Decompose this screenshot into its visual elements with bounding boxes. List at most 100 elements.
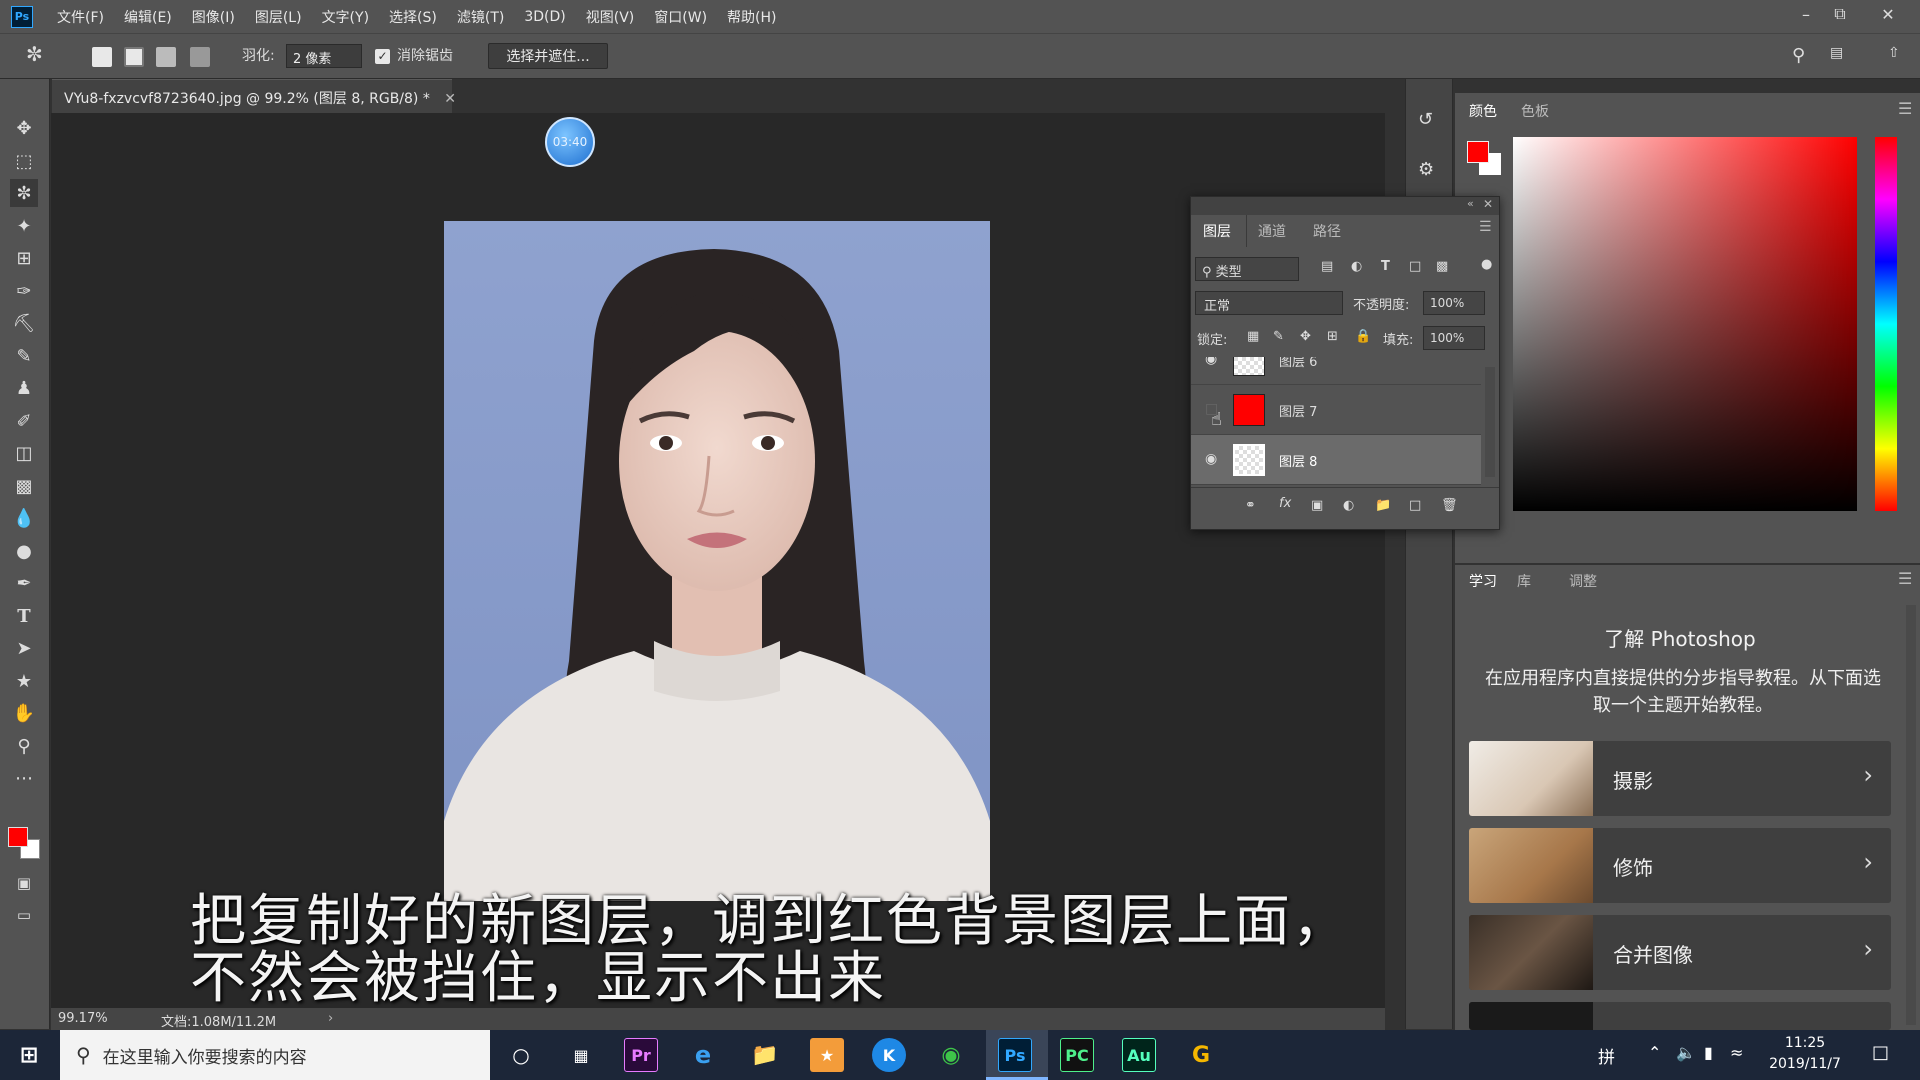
edge-icon[interactable]: e [686, 1038, 720, 1072]
photoshop-icon[interactable]: Ps [998, 1038, 1032, 1072]
store-icon[interactable]: ★ [810, 1038, 844, 1072]
layers-scrollbar[interactable] [1485, 367, 1495, 477]
intersect-selection-icon[interactable] [190, 47, 210, 67]
menu-image[interactable]: 图像(I) [192, 7, 235, 27]
menu-select[interactable]: 选择(S) [389, 7, 437, 27]
fx-icon[interactable]: fx [1279, 496, 1291, 511]
tutorial-card-composite[interactable]: 合并图像 › [1469, 915, 1891, 990]
notification-icon[interactable]: □ [1872, 1042, 1889, 1063]
select-and-mask-button[interactable]: 选择并遮住... [488, 43, 608, 69]
panel-menu-icon[interactable]: ☰ [1898, 99, 1912, 118]
shape-tool-icon[interactable]: ★ [10, 667, 38, 695]
type-tool-icon[interactable]: T [10, 602, 38, 630]
clock-date[interactable]: 2019/11/7 [1760, 1056, 1850, 1072]
history-panel-icon[interactable]: ↺ [1418, 109, 1433, 130]
adjustment-layer-icon[interactable]: ◐ [1343, 498, 1354, 513]
menu-3d[interactable]: 3D(D) [524, 9, 565, 25]
cortana-icon[interactable]: ○ [504, 1038, 538, 1072]
eraser-tool-icon[interactable]: ◫ [10, 439, 38, 467]
more-tools-icon[interactable]: ⋯ [10, 764, 38, 792]
wechat-icon[interactable]: ◉ [934, 1038, 968, 1072]
learn-scrollbar[interactable] [1906, 605, 1916, 1025]
k-app-icon[interactable]: K [872, 1038, 906, 1072]
tab-paths[interactable]: 路径 [1313, 221, 1341, 241]
lock-paint-icon[interactable]: ✎ [1273, 329, 1284, 344]
document-tab[interactable]: VYu8-fxzvcvf8723640.jpg @ 99.2% (图层 8, R… [52, 79, 456, 113]
properties-panel-icon[interactable]: ⚙ [1418, 159, 1434, 180]
zoom-tool-icon[interactable]: ⚲ [10, 732, 38, 760]
blend-mode-select[interactable]: 正常 [1195, 291, 1343, 315]
tutorial-card-photography[interactable]: 摄影 › [1469, 741, 1891, 816]
screen-mode-icon[interactable]: ▭ [10, 901, 38, 929]
status-arrow-icon[interactable]: › [328, 1011, 333, 1026]
network-icon[interactable]: ≈ [1730, 1043, 1743, 1062]
menu-window[interactable]: 窗口(W) [654, 7, 707, 27]
add-to-selection-icon[interactable] [124, 47, 144, 67]
tray-chevron-up-icon[interactable]: ⌃ [1648, 1043, 1661, 1062]
tab-swatches[interactable]: 色板 [1521, 101, 1549, 121]
history-brush-tool-icon[interactable]: ✐ [10, 407, 38, 435]
opacity-input[interactable]: 100% [1423, 291, 1485, 315]
close-tab-icon[interactable]: ✕ [444, 91, 456, 107]
workspace-icon[interactable]: ▤ [1830, 45, 1843, 61]
path-selection-tool-icon[interactable]: ➤ [10, 634, 38, 662]
learn-panel-menu-icon[interactable]: ☰ [1898, 569, 1912, 588]
lock-artboard-icon[interactable]: ⊞ [1327, 329, 1338, 344]
move-tool-icon[interactable]: ✥ [10, 114, 38, 142]
new-layer-icon[interactable]: □ [1409, 498, 1421, 513]
marquee-tool-icon[interactable]: ⬚ [10, 147, 38, 175]
fill-input[interactable]: 100% [1423, 326, 1485, 350]
layer-row[interactable]: □ 图层 7 ☝ [1191, 385, 1481, 435]
lock-all-icon[interactable]: 🔒 [1355, 329, 1371, 344]
quick-mask-icon[interactable]: ▣ [10, 869, 38, 897]
color-foreground-swatch[interactable] [1467, 141, 1489, 163]
menu-view[interactable]: 视图(V) [586, 7, 635, 27]
crop-tool-icon[interactable]: ⊞ [10, 244, 38, 272]
portrait-photo[interactable] [444, 221, 990, 901]
filter-pixel-icon[interactable]: ▤ [1321, 259, 1333, 274]
search-icon[interactable]: ⚲ [1792, 45, 1805, 66]
share-icon[interactable]: ⇧ [1888, 45, 1900, 61]
tab-color[interactable]: 颜色 [1469, 101, 1497, 121]
blur-tool-icon[interactable]: 💧 [10, 504, 38, 532]
clock-time[interactable]: 11:25 [1760, 1035, 1850, 1051]
menu-file[interactable]: 文件(F) [57, 7, 104, 27]
hue-slider[interactable] [1875, 137, 1897, 511]
close-button[interactable]: ✕ [1866, 0, 1910, 28]
g-app-icon[interactable]: G [1184, 1038, 1218, 1072]
add-mask-icon[interactable]: ▣ [1311, 498, 1323, 513]
restore-button[interactable]: ⧉ [1818, 0, 1862, 28]
healing-brush-tool-icon[interactable]: ⛏ [10, 309, 38, 337]
new-selection-icon[interactable] [92, 47, 112, 67]
zoom-level[interactable]: 99.17% [58, 1011, 108, 1026]
tab-channels[interactable]: 通道 [1258, 221, 1286, 241]
tutorial-card-partial[interactable] [1469, 1002, 1891, 1030]
dodge-tool-icon[interactable]: ● [10, 537, 38, 565]
filter-type-icon[interactable]: T [1381, 259, 1390, 274]
visibility-eye-icon[interactable]: ◉ [1205, 357, 1217, 367]
ime-indicator[interactable]: 拼 [1598, 1043, 1615, 1068]
filter-adjustment-icon[interactable]: ◐ [1351, 259, 1362, 274]
premiere-icon[interactable]: Pr [624, 1038, 658, 1072]
color-picker-field[interactable] [1513, 137, 1857, 511]
hand-tool-icon[interactable]: ✋ [10, 699, 38, 727]
lock-transparency-icon[interactable]: ▦ [1247, 329, 1259, 344]
menu-help[interactable]: 帮助(H) [727, 7, 776, 27]
filter-shape-icon[interactable]: □ [1409, 259, 1421, 274]
tab-adjustments[interactable]: 调整 [1569, 571, 1597, 591]
quick-selection-tool-icon[interactable]: ✦ [10, 212, 38, 240]
pycharm-icon[interactable]: PC [1060, 1038, 1094, 1072]
layers-panel-menu-icon[interactable]: ☰ [1479, 219, 1492, 235]
antialias-checkbox[interactable]: ✓ [375, 49, 390, 64]
foreground-color-swatch[interactable] [8, 827, 28, 847]
tab-layers[interactable]: 图层 [1203, 221, 1231, 241]
eyedropper-tool-icon[interactable]: ✑ [10, 277, 38, 305]
layer-row[interactable]: ◉ 图层 8 [1191, 435, 1481, 485]
lasso-tool-icon[interactable]: ✼ [10, 179, 38, 207]
clone-stamp-tool-icon[interactable]: ♟ [10, 374, 38, 402]
lock-position-icon[interactable]: ✥ [1300, 329, 1311, 344]
task-view-icon[interactable]: ▦ [564, 1038, 598, 1072]
menu-layer[interactable]: 图层(L) [255, 7, 302, 27]
tab-learn[interactable]: 学习 [1469, 571, 1497, 591]
taskbar-search-box[interactable]: ⚲ 在这里输入你要搜索的内容 [60, 1030, 490, 1080]
